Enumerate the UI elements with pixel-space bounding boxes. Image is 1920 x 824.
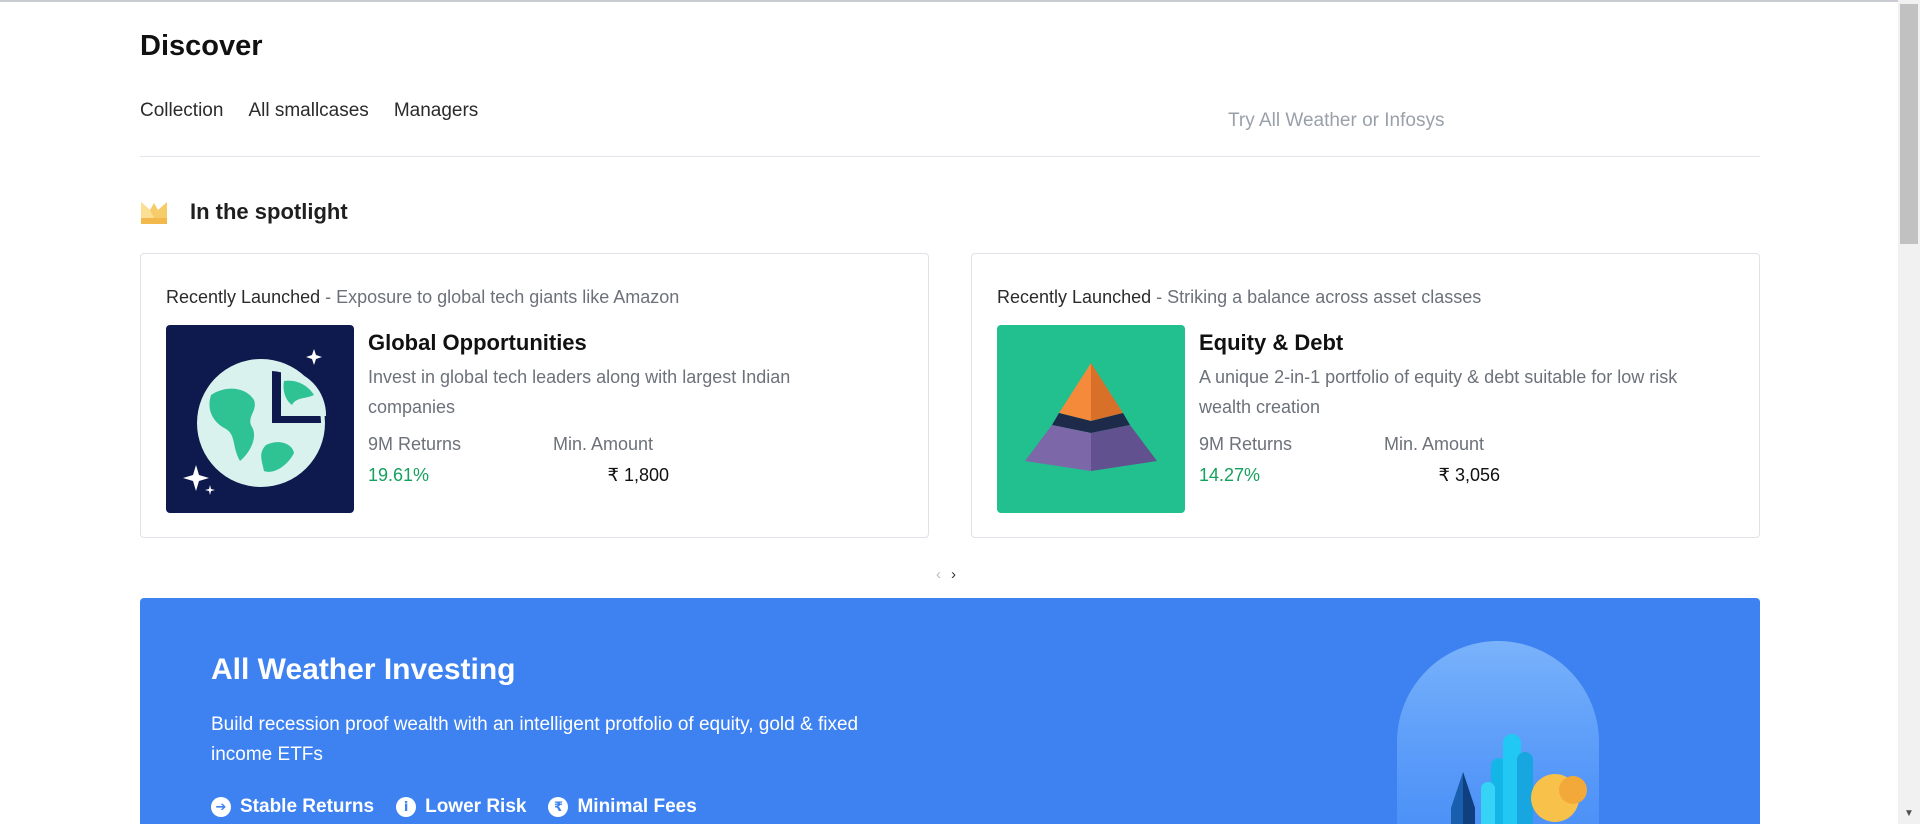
min-amount-value: ₹ 1,800 bbox=[607, 465, 670, 485]
min-amount-value: ₹ 3,056 bbox=[1438, 465, 1501, 485]
rupee-circle-icon: ₹ bbox=[548, 797, 569, 817]
spotlight-title: In the spotlight bbox=[190, 199, 348, 224]
feature-label: Stable Returns bbox=[240, 796, 375, 817]
card-tag: Recently Launched bbox=[166, 287, 321, 307]
header-divider bbox=[140, 156, 1760, 157]
tab-collection[interactable]: Collection bbox=[140, 100, 223, 122]
returns-value: 19.61% bbox=[368, 465, 430, 485]
banner-description: Build recession proof wealth with an int… bbox=[211, 714, 859, 765]
page-title: Discover bbox=[140, 30, 263, 62]
glass-dome-illustration bbox=[1397, 641, 1599, 824]
feature-label: Lower Risk bbox=[425, 796, 527, 817]
spotlight-header: In the spotlight bbox=[140, 198, 348, 226]
banner-title: All Weather Investing bbox=[211, 653, 516, 686]
card-name: Equity & Debt bbox=[1199, 330, 1344, 355]
discover-tabs: Collection All smallcases Managers bbox=[140, 100, 478, 122]
vertical-scrollbar[interactable]: ▼ bbox=[1898, 0, 1920, 824]
feature-lower-risk: i Lower Risk bbox=[396, 796, 526, 818]
min-amount-wrap: ₹ 3,056 bbox=[1384, 254, 1501, 537]
spotlight-card-equity-debt[interactable]: Recently Launched - Striking a balance a… bbox=[971, 253, 1760, 538]
all-weather-banner[interactable]: All Weather Investing Build recession pr… bbox=[140, 598, 1760, 824]
crown-icon bbox=[141, 202, 167, 224]
scroll-down-arrow-icon[interactable]: ▼ bbox=[1898, 806, 1920, 822]
search-input[interactable] bbox=[1228, 110, 1648, 132]
carousel-next-button[interactable]: › bbox=[951, 566, 956, 583]
tab-all-smallcases[interactable]: All smallcases bbox=[248, 100, 368, 122]
pyramid-icon bbox=[997, 325, 1185, 513]
globe-pie-icon bbox=[166, 325, 354, 513]
carousel-prev-button[interactable]: ‹ bbox=[936, 566, 941, 583]
spotlight-card-global-opportunities[interactable]: Recently Launched - Exposure to global t… bbox=[140, 253, 929, 538]
returns-label: 9M Returns bbox=[1199, 434, 1293, 454]
card-tag: Recently Launched bbox=[997, 287, 1152, 307]
arrow-right-circle-icon: ➔ bbox=[211, 797, 231, 817]
returns-label: 9M Returns bbox=[368, 434, 462, 454]
min-amount-wrap: ₹ 1,800 bbox=[553, 254, 670, 537]
returns-value: 14.27% bbox=[1199, 465, 1261, 485]
top-border bbox=[0, 0, 1898, 2]
tab-managers[interactable]: Managers bbox=[394, 100, 479, 122]
feature-stable-returns: ➔ Stable Returns bbox=[211, 796, 374, 818]
banner-features: ➔ Stable Returns i Lower Risk ₹ Minimal … bbox=[211, 796, 697, 818]
feature-label: Minimal Fees bbox=[577, 796, 697, 817]
scrollbar-thumb[interactable] bbox=[1900, 4, 1918, 244]
info-circle-icon: i bbox=[396, 797, 417, 817]
feature-minimal-fees: ₹ Minimal Fees bbox=[548, 796, 697, 818]
carousel-pager: ‹ › bbox=[936, 566, 956, 583]
